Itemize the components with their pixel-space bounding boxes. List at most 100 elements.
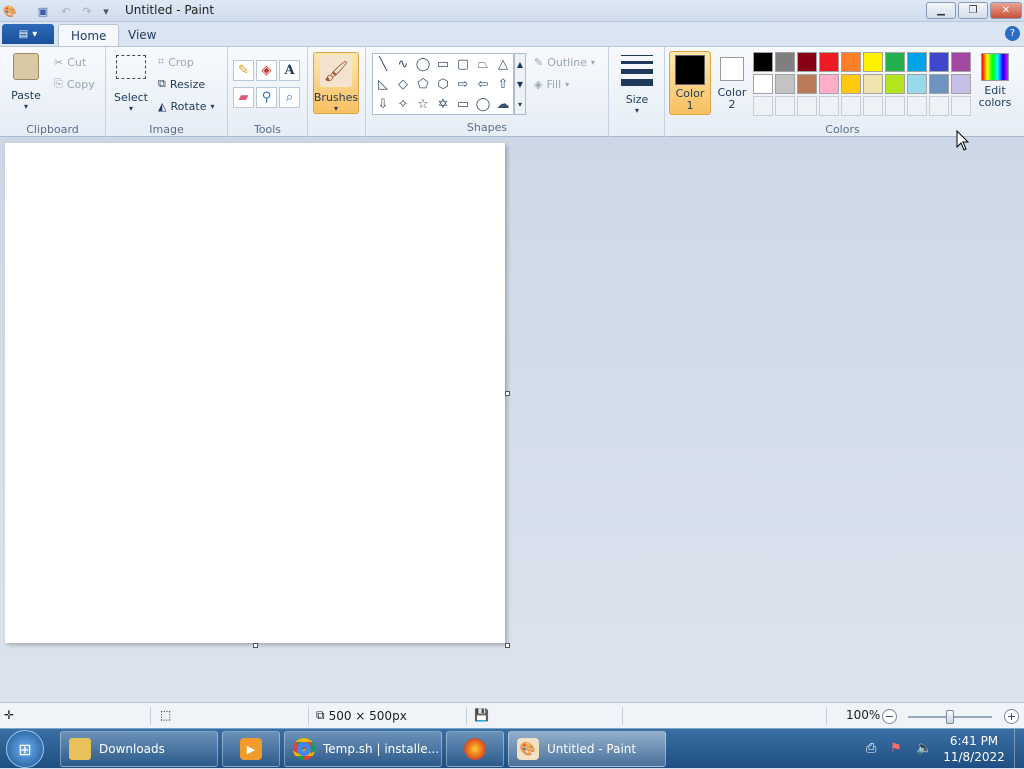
six-point-star-shape-icon[interactable]: ✡ [433,94,453,114]
palette-swatch[interactable] [797,74,817,94]
palette-swatch[interactable] [907,52,927,72]
action-center-warning-icon[interactable]: ⚑ [890,741,902,756]
rect-callout-shape-icon[interactable]: ▭ [453,94,473,114]
size-button[interactable]: Size ▾ [619,53,655,115]
canvas-resize-handle-right[interactable] [505,391,510,396]
rounded-rectangle-shape-icon[interactable]: ▢ [453,54,473,74]
eraser-icon[interactable]: ▰ [233,87,254,108]
palette-swatch[interactable] [753,52,773,72]
redo-icon[interactable]: ↷ [79,3,95,19]
up-arrow-shape-icon[interactable]: ⇧ [493,74,513,94]
tab-home[interactable]: Home [58,24,120,46]
zoom-slider-thumb[interactable] [946,710,954,724]
magnifier-icon[interactable]: ⌕ [279,87,300,108]
palette-swatch[interactable] [885,74,905,94]
clock[interactable]: 6:41 PM 11/8/2022 [940,733,1008,765]
minimize-button[interactable]: ▁ [926,2,956,19]
volume-icon[interactable]: 🔈 [916,741,932,756]
palette-swatch[interactable] [885,52,905,72]
palette-swatch[interactable] [929,52,949,72]
right-arrow-shape-icon[interactable]: ⇨ [453,74,473,94]
text-tool-icon[interactable]: A [279,60,300,81]
taskbar-firefox[interactable] [446,731,504,767]
palette-swatch[interactable] [775,52,795,72]
palette-swatch[interactable] [951,52,971,72]
custom-color-slot[interactable] [797,96,817,116]
restore-button[interactable]: ❐ [958,2,988,19]
network-icon[interactable]: ⎙ [866,741,876,756]
tab-view[interactable]: View [116,24,168,46]
save-icon[interactable]: ▣ [35,3,51,19]
canvas-resize-handle-bottom[interactable] [253,643,258,648]
line-shape-icon[interactable]: ╲ [373,54,393,74]
edit-colors-button[interactable]: Edit colors [975,53,1015,115]
copy-button[interactable]: ⎘ Copy [54,75,95,93]
palette-swatch[interactable] [929,74,949,94]
palette-swatch[interactable] [819,74,839,94]
paste-button[interactable]: Paste ▾ [8,51,44,111]
crop-button[interactable]: ⌗ Crop [158,53,194,71]
palette-swatch[interactable] [863,74,883,94]
taskbar-downloads[interactable]: Downloads [60,731,218,767]
customize-quick-access-icon[interactable]: ▾ [98,3,114,19]
custom-color-slot[interactable] [929,96,949,116]
palette-swatch[interactable] [863,52,883,72]
color1-button[interactable]: Color 1 [669,51,711,115]
color-picker-icon[interactable]: ⚲ [256,87,277,108]
shapes-scrollbar[interactable]: ▲ ▼ ▾ [514,53,526,115]
fill-bucket-icon[interactable]: ◈ [256,60,277,81]
hexagon-shape-icon[interactable]: ⬡ [433,74,453,94]
rectangle-shape-icon[interactable]: ▭ [433,54,453,74]
start-button[interactable]: ⊞ [6,730,44,768]
drawing-canvas[interactable] [5,143,505,643]
taskbar-media-player[interactable]: ▶ [222,731,280,767]
custom-color-slot[interactable] [863,96,883,116]
palette-swatch[interactable] [951,74,971,94]
outline-button[interactable]: ✎ Outline ▾ [534,53,595,71]
custom-color-slot[interactable] [907,96,927,116]
oval-shape-icon[interactable]: ◯ [413,54,433,74]
diamond-shape-icon[interactable]: ◇ [393,74,413,94]
custom-color-slot[interactable] [885,96,905,116]
polygon-shape-icon[interactable]: ⏢ [473,54,493,74]
palette-swatch[interactable] [753,74,773,94]
canvas-resize-handle-corner[interactable] [505,643,510,648]
palette-swatch[interactable] [797,52,817,72]
color2-button[interactable]: Color 2 [713,51,751,115]
fill-button[interactable]: ◈ Fill ▾ [534,75,569,93]
left-arrow-shape-icon[interactable]: ⇦ [473,74,493,94]
palette-swatch[interactable] [841,52,861,72]
palette-swatch[interactable] [775,74,795,94]
cut-button[interactable]: ✂ Cut [54,53,86,71]
curve-shape-icon[interactable]: ∿ [393,54,413,74]
right-triangle-shape-icon[interactable]: ◺ [373,74,393,94]
custom-color-slot[interactable] [819,96,839,116]
paint-app-icon[interactable]: 🎨 [2,3,18,19]
custom-color-slot[interactable] [775,96,795,116]
custom-color-slot[interactable] [753,96,773,116]
four-point-star-shape-icon[interactable]: ✧ [393,94,413,114]
zoom-in-button[interactable]: + [1004,709,1019,724]
cloud-callout-shape-icon[interactable]: ☁ [493,94,513,114]
oval-callout-shape-icon[interactable]: ◯ [473,94,493,114]
undo-icon[interactable]: ↶ [58,3,74,19]
show-desktop-button[interactable] [1014,729,1024,769]
brushes-button[interactable]: 🖌 Brushes ▾ [313,52,359,114]
custom-color-slot[interactable] [951,96,971,116]
taskbar-paint[interactable]: 🎨 Untitled - Paint [508,731,666,767]
taskbar-chrome[interactable]: Temp.sh | installe... [284,731,442,767]
close-button[interactable]: ✕ [990,2,1022,19]
resize-button[interactable]: ⧉ Resize [158,75,205,93]
pencil-icon[interactable]: ✎ [233,60,254,81]
paint-menu-button[interactable]: ▤ ▾ [2,24,54,44]
triangle-shape-icon[interactable]: △ [493,54,513,74]
help-icon[interactable]: ? [1005,26,1020,41]
palette-swatch[interactable] [841,74,861,94]
five-point-star-shape-icon[interactable]: ☆ [413,94,433,114]
rotate-button[interactable]: ◭ Rotate ▾ [158,97,215,115]
zoom-out-button[interactable]: − [882,709,897,724]
select-button[interactable]: Select ▾ [114,55,148,115]
custom-color-slot[interactable] [841,96,861,116]
pentagon-shape-icon[interactable]: ⬠ [413,74,433,94]
down-arrow-shape-icon[interactable]: ⇩ [373,94,393,114]
